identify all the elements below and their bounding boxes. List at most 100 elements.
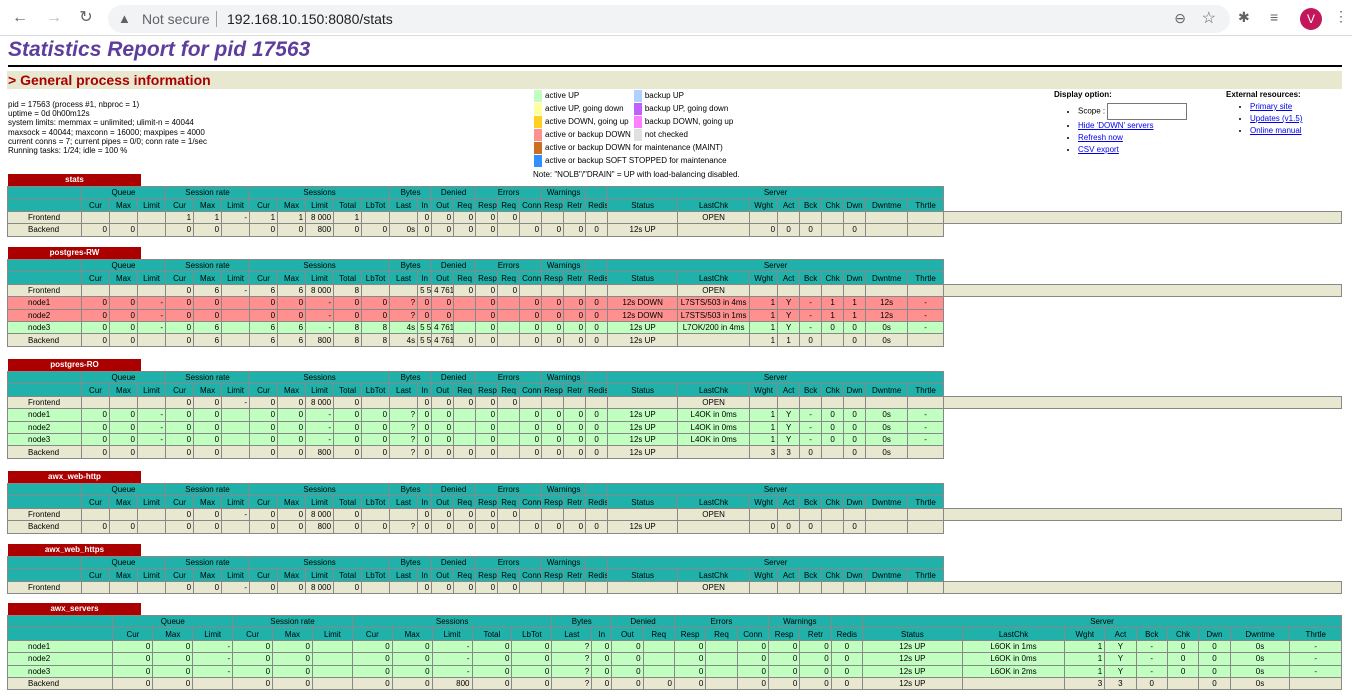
frontend-row[interactable]: Frontend06-668 00085 5904 761000OPEN: [7, 283, 1342, 298]
table-cell: [907, 333, 945, 347]
column-header: Out: [611, 627, 644, 641]
column-header: Total: [333, 568, 363, 582]
server-row[interactable]: node1 0 0-0 0 0 0-0 0? 0 0 0 0 0 0 0 12s UP L4OK in 0ms…: [7, 408, 1342, 422]
table-cell: 0: [109, 520, 138, 534]
table-cell: 0s: [1229, 652, 1291, 666]
hide-down-link[interactable]: Hide 'DOWN' servers: [1078, 120, 1187, 132]
back-arrow-icon[interactable]: ←: [10, 8, 30, 28]
group-header: Queue: [80, 185, 167, 200]
table-cell: 0: [1198, 639, 1231, 654]
server-row[interactable]: node3 0 0-0 0 0 0-0 0? 0 0 0 0 0 0 0 12s UP L6OK in 2ms…: [6, 664, 1342, 678]
zoom-icon[interactable]: ⊖: [1174, 10, 1186, 27]
column-header: Redis: [830, 627, 864, 641]
refresh-link[interactable]: Refresh now: [1078, 132, 1187, 144]
table-cell: OPEN: [677, 507, 751, 522]
proxy-table: Queue Session rate Sessions Bytes Denied Erro…: [7, 258, 1342, 347]
csv-export-link[interactable]: CSV export: [1078, 144, 1187, 156]
column-header: In: [417, 495, 433, 509]
column-header: Retr: [563, 271, 587, 285]
table-cell: [607, 507, 679, 522]
server-row[interactable]: node3 0 0-0 0 0 0-0 0? 0 0 0 0 0 0 0 12s UP L4OK in 0ms…: [7, 432, 1342, 447]
menu-icon[interactable]: ⋮: [1334, 8, 1348, 25]
table-cell: [865, 520, 909, 534]
frontend-row[interactable]: Frontend 0 0-0 0 8 000 0 0 0 0 0 0 OPEN: [7, 395, 1342, 410]
updates-link[interactable]: Updates (v1.5): [1250, 113, 1302, 125]
column-header: Conn: [519, 495, 543, 509]
column-header: Dwntme: [865, 198, 909, 212]
avatar[interactable]: V: [1300, 8, 1322, 30]
url-text[interactable]: 192.168.10.150:8080/stats: [227, 11, 393, 27]
backend-row[interactable]: Backend 0 0 0 0 0 0 800 0 0? 0 0 0 0 0 0 0 0 12s UP 0 0 0 0: [7, 520, 1342, 534]
primary-site-label[interactable]: Primary site: [1250, 102, 1292, 111]
table-cell: 0: [277, 445, 307, 459]
frontend-row[interactable]: Frontend 0 0-0 0 8 000 0 0 0 0 0 0 OPEN: [7, 507, 1342, 522]
table-cell: 0: [511, 639, 553, 654]
table-cell: -: [1135, 664, 1168, 678]
manual-label[interactable]: Online manual: [1250, 126, 1302, 135]
server-row[interactable]: node1 0 0-0 0 0 0-0 0? 0 0 0 0 0 0 0 12s DOWN L7STS/503…: [7, 296, 1342, 310]
column-header: Req: [453, 495, 477, 509]
table-cell: ?: [389, 420, 419, 434]
address-bar[interactable]: ▲ Not secure 192.168.10.150:8080/stats ⊖…: [108, 5, 1230, 33]
table-cell: 0: [361, 445, 391, 459]
table-cell: 0: [541, 308, 565, 322]
table-cell: [821, 210, 845, 225]
table-cell: 0: [165, 333, 195, 347]
column-header: Dwn: [1198, 627, 1231, 641]
backend-row[interactable]: Backend 0 0 0 0 0 0 800 0 0? 0 0 0 0 0 0 0 0 12s UP 3 3 0 0 0s: [6, 676, 1342, 691]
table-cell: 0: [519, 520, 543, 534]
server-row[interactable]: node2 0 0-0 0 0 0-0 0? 0 0 0 0 0 0 0 12s UP L4OK in 0ms…: [7, 420, 1342, 434]
updates-label[interactable]: Updates (v1.5): [1250, 114, 1302, 123]
reading-list-icon[interactable]: ≡: [1270, 9, 1278, 25]
primary-site-link[interactable]: Primary site: [1250, 101, 1302, 113]
backend-row[interactable]: Backend000666800884s5 5904 76100000012s …: [7, 333, 1342, 347]
column-header: Dwntme: [865, 271, 909, 285]
frontend-row[interactable]: Frontend 0 0-0 0 8 000 0 0 0 0 0 0 OPEN: [7, 580, 1342, 595]
extensions-icon[interactable]: ✱: [1238, 9, 1250, 26]
server-row[interactable]: node300-0666-884s5 5904 7610000012s UPL7…: [7, 320, 1342, 335]
table-cell: ?: [551, 664, 593, 678]
table-cell: Y: [777, 296, 801, 310]
table-cell: 0: [541, 296, 565, 310]
manual-link[interactable]: Online manual: [1250, 125, 1302, 137]
bookmark-star-icon[interactable]: ☆: [1202, 8, 1216, 28]
table-cell: 0: [81, 408, 110, 422]
group-header: Sessions: [249, 258, 391, 273]
reload-icon[interactable]: ↻: [76, 8, 96, 28]
backend-row[interactable]: Backend 0 0 0 0 0 0 800 0 0 0s 0 0 0 0 0 0 0 0 12s UP 0 0 0 0: [7, 223, 1342, 237]
group-header: [7, 185, 82, 200]
table-cell: -: [1135, 639, 1168, 654]
column-header: Wght: [749, 198, 779, 212]
warning-icon[interactable]: ▲: [118, 11, 131, 26]
table-cell: OPEN: [677, 283, 751, 298]
table-cell: L4OK in 0ms: [677, 408, 751, 422]
table-cell: 1: [1064, 652, 1106, 666]
hide-down-link-label[interactable]: Hide 'DOWN' servers: [1078, 121, 1154, 130]
frontend-row[interactable]: Frontend 1 1-1 1 8 000 1 0 0 0 0 0 OPEN: [7, 210, 1342, 225]
table-cell: [136, 507, 167, 522]
group-header: Denied: [431, 370, 477, 385]
table-cell: 0: [417, 420, 433, 434]
group-header: [6, 614, 114, 629]
table-cell: 0: [736, 664, 769, 678]
status-legend: active UP backup UP active UP, going down b…: [533, 89, 740, 181]
group-header: Session rate: [165, 555, 251, 570]
table-cell: 0: [591, 652, 613, 666]
server-row[interactable]: node1 0 0-0 0 0 0-0 0? 0 0 0 0 0 0 0 12s UP L6OK in 1ms…: [6, 639, 1342, 654]
column-header: Conn: [519, 383, 543, 397]
backend-row[interactable]: Backend 0 0 0 0 0 0 800 0 0? 0 0 0 0 0 0 0 0 12s UP 3 3 0 0 0s: [7, 445, 1342, 459]
refresh-link-label[interactable]: Refresh now: [1078, 133, 1123, 142]
table-cell: [585, 580, 609, 595]
table-cell: 8: [361, 320, 391, 335]
server-row[interactable]: node2 0 0-0 0 0 0-0 0? 0 0 0 0 0 0 0 12s UP L6OK in 0ms…: [6, 652, 1342, 666]
table-cell: 1: [749, 432, 779, 447]
server-row[interactable]: node2 0 0-0 0 0 0-0 0? 0 0 0 0 0 0 0 12s DOWN L7STS/503…: [7, 308, 1342, 322]
security-label[interactable]: Not secure: [142, 11, 210, 27]
forward-arrow-icon[interactable]: →: [44, 8, 64, 28]
table-cell: 0: [563, 333, 587, 347]
column-header: Thrtle: [907, 383, 945, 397]
table-cell: -: [907, 408, 945, 422]
csv-export-link-label[interactable]: CSV export: [1078, 145, 1119, 154]
scope-input[interactable]: [1107, 103, 1188, 120]
table-cell: 0: [333, 445, 363, 459]
